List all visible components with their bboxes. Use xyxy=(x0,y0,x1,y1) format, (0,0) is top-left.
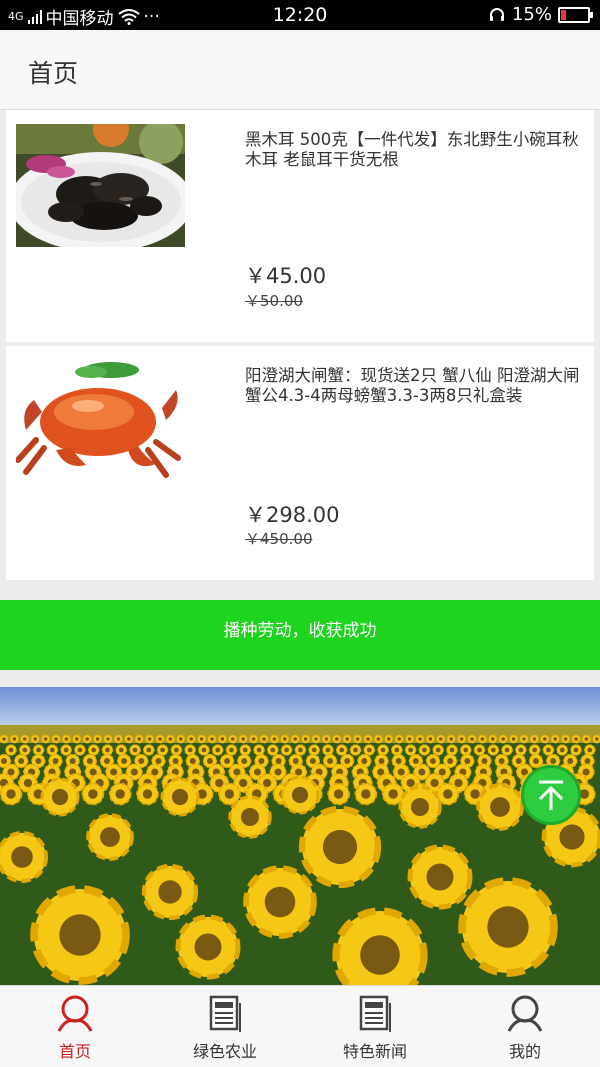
product-price: ￥45.00 xyxy=(245,264,327,288)
battery-icon xyxy=(558,6,593,23)
person-icon xyxy=(57,995,93,1032)
product-name: 阳澄湖大闸蟹：现货送2只 蟹八仙 阳澄湖大闸蟹公4.3-4两母螃蟹3.3-3两8… xyxy=(245,366,580,405)
tab-green-agriculture[interactable]: 绿色农业 xyxy=(150,986,300,1067)
tab-home[interactable]: 首页 xyxy=(0,986,150,1067)
page-title: 首页 xyxy=(28,59,79,88)
status-bar: 4G 中国移动 ··· 12:20 15% xyxy=(0,0,600,30)
product-original-price: ￥50.00 xyxy=(245,292,303,310)
title-bar: 首页 xyxy=(0,30,600,110)
battery-percent: 15% xyxy=(511,4,552,25)
sunflower-field-image xyxy=(0,687,600,985)
tab-label: 首页 xyxy=(58,1042,91,1061)
tab-mine[interactable]: 我的 xyxy=(450,986,600,1067)
tab-label: 绿色农业 xyxy=(192,1042,257,1061)
slogan-text: 播种劳动，收获成功 xyxy=(223,621,377,641)
person-icon xyxy=(507,995,543,1032)
back-to-top-button[interactable] xyxy=(521,765,581,825)
arrow-up-icon xyxy=(538,780,564,810)
headset-icon xyxy=(489,7,504,21)
product-card[interactable]: 黑木耳 500克【一件代发】东北野生小碗耳秋木耳 老鼠耳干货无根 ￥45.00 … xyxy=(6,110,594,342)
status-right: 15% xyxy=(488,4,593,25)
hairy-crab-image xyxy=(16,360,185,483)
tab-label: 特色新闻 xyxy=(342,1042,407,1061)
product-original-price: ￥450.00 xyxy=(245,530,313,548)
newspaper-icon xyxy=(209,995,241,1032)
product-name: 黑木耳 500克【一件代发】东北野生小碗耳秋木耳 老鼠耳干货无根 xyxy=(245,130,579,169)
tab-featured-news[interactable]: 特色新闻 xyxy=(300,986,450,1067)
slogan-banner: 播种劳动，收获成功 xyxy=(0,600,600,670)
tab-label: 我的 xyxy=(508,1042,541,1061)
product-card[interactable]: 阳澄湖大闸蟹：现货送2只 蟹八仙 阳澄湖大闸蟹公4.3-4两母螃蟹3.3-3两8… xyxy=(6,346,594,580)
bottom-nav: 首页 绿色农业 特色新闻 我的 xyxy=(0,985,600,1067)
newspaper-icon xyxy=(359,995,391,1032)
black-fungus-dish-image xyxy=(16,124,185,247)
product-price: ￥298.00 xyxy=(245,503,340,527)
